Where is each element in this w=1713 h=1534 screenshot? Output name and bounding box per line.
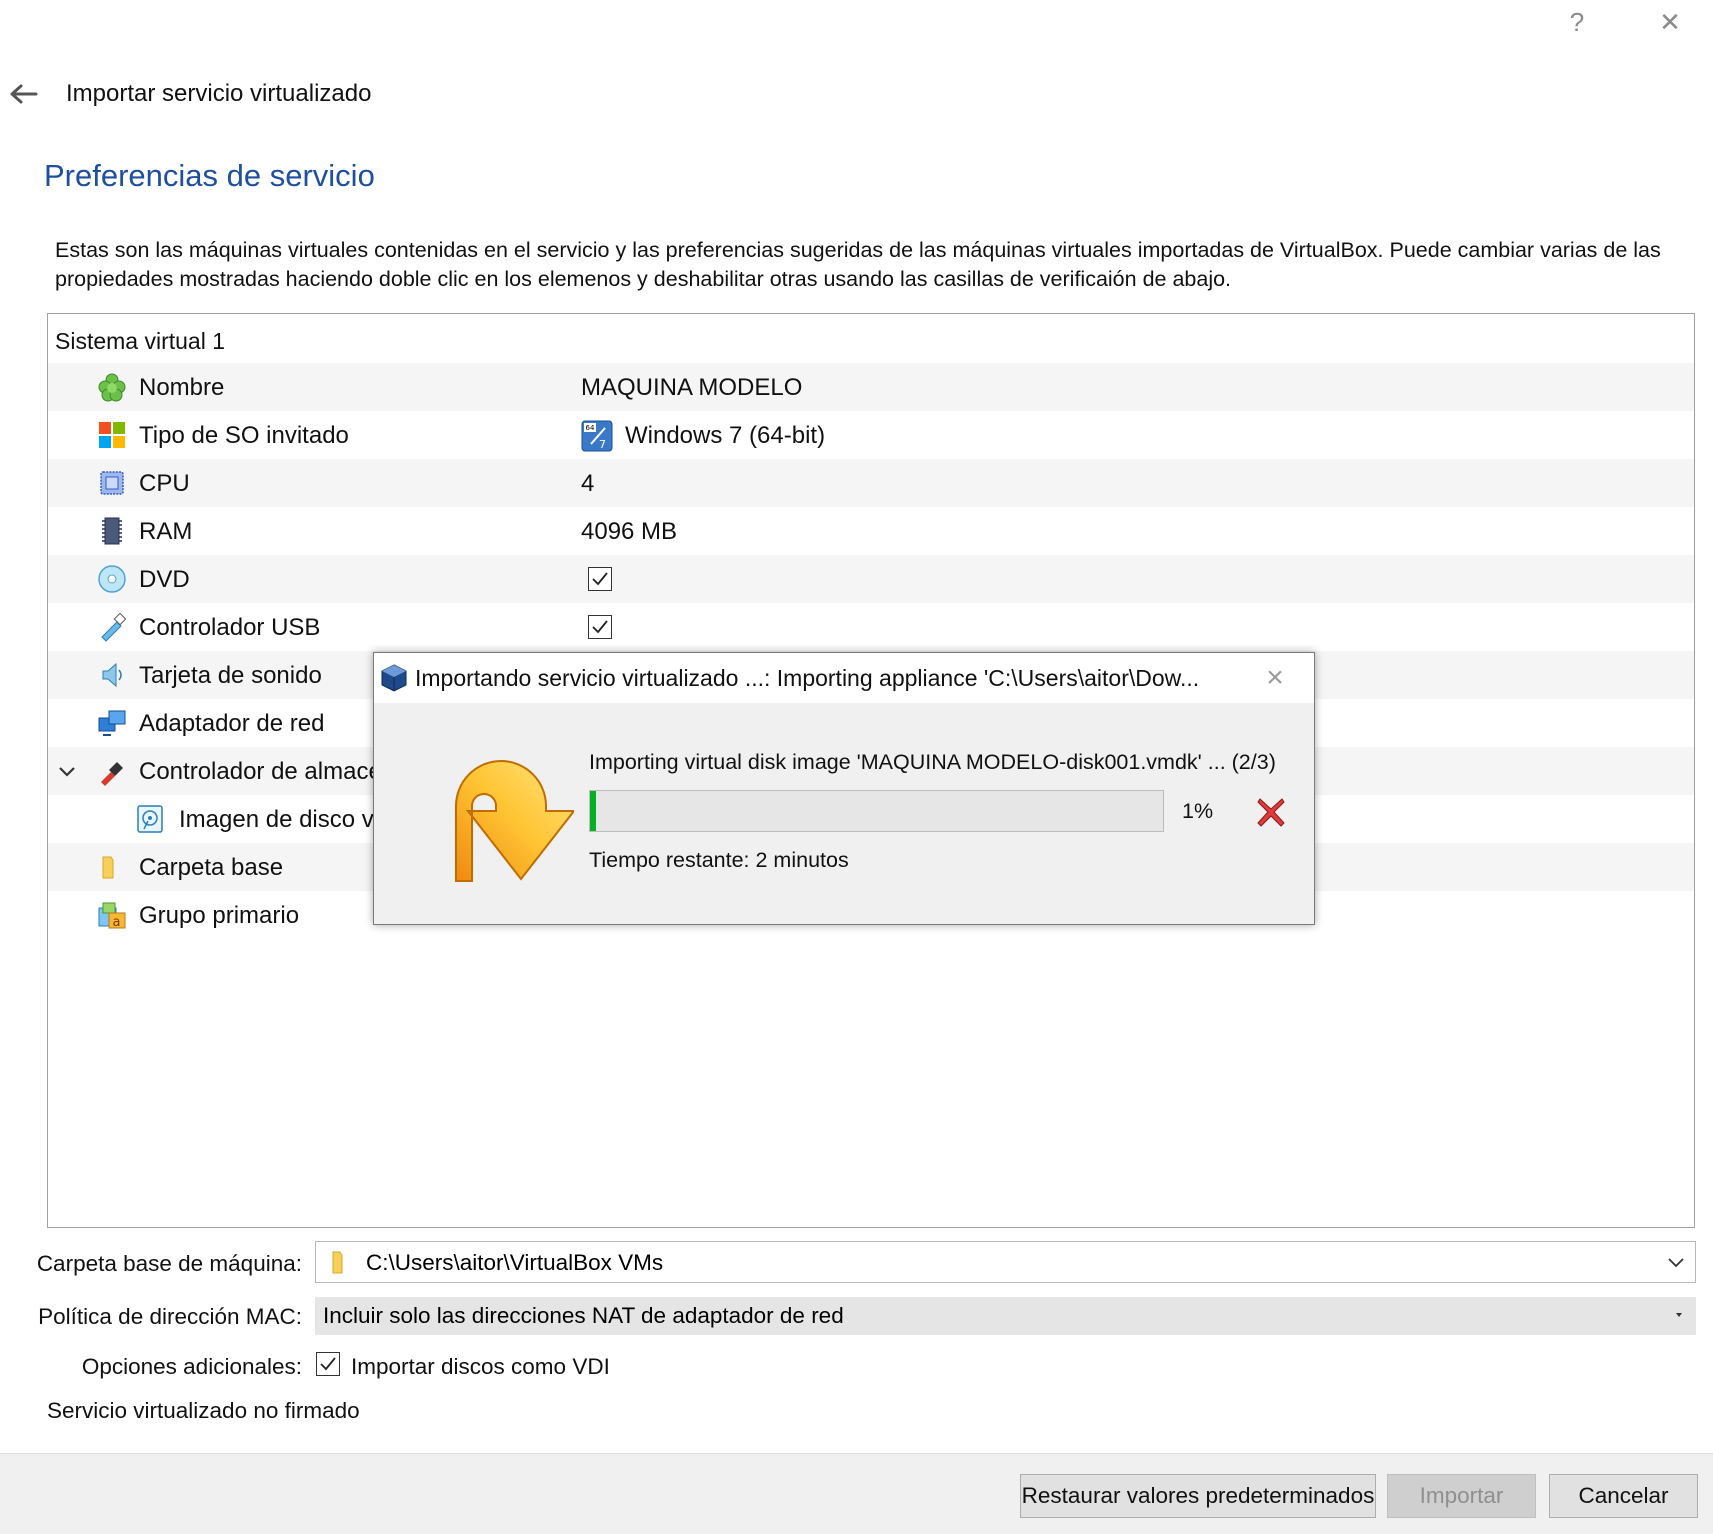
restore-defaults-button[interactable]: Restaurar valores predeterminados — [1020, 1474, 1376, 1518]
os-icon — [99, 422, 125, 448]
windows7-icon: 64 7 — [581, 420, 613, 452]
row-label: Nombre — [139, 374, 225, 401]
svg-text:64: 64 — [586, 424, 595, 432]
time-remaining: Tiempo restante: 2 minutos — [589, 848, 849, 872]
row-label: RAM — [139, 518, 193, 545]
import-vdi-label[interactable]: Importar discos como VDI — [351, 1354, 610, 1380]
tree-row-os-type[interactable]: 64 7 Tipo de SO invitado Windows 7 (64-b… — [48, 411, 1694, 459]
progress-fill — [590, 791, 596, 831]
cpu-icon — [100, 471, 124, 495]
row-label: Controlador de almace — [139, 758, 382, 785]
group-icon: a — [98, 902, 126, 930]
mac-policy-value: Incluir solo las direcciones NAT de adap… — [323, 1303, 844, 1328]
row-value: Windows 7 (64-bit) — [625, 422, 826, 449]
name-icon — [98, 373, 126, 402]
usb-icon — [101, 612, 127, 642]
import-progress-bar — [589, 790, 1164, 832]
row-label: Grupo primario — [139, 902, 300, 929]
row-label: Carpeta base — [139, 854, 284, 881]
usb-checkbox[interactable] — [588, 615, 612, 639]
extra-options-label: Opciones adicionales: — [81, 1354, 302, 1379]
row-label: Imagen de disco vi — [179, 806, 380, 833]
svg-text:7: 7 — [599, 438, 606, 451]
tree-row-dvd[interactable]: DVD — [48, 555, 1694, 603]
signature-status: Servicio virtualizado no firmado — [47, 1398, 360, 1423]
tree-row-usb[interactable]: Controlador USB — [48, 603, 1694, 651]
row-value: 4 — [581, 470, 595, 497]
dialog-titlebar: Importando servicio virtualizado ...: Im… — [374, 653, 1314, 703]
dialog-close-icon[interactable]: × — [1260, 663, 1290, 693]
disk-image-icon — [137, 805, 163, 833]
tree-row-cpu[interactable]: CPU 4 — [48, 459, 1694, 507]
help-button[interactable]: ? — [1552, 0, 1602, 44]
mac-policy-label: Política de dirección MAC: — [38, 1304, 302, 1329]
tree-row-name[interactable]: Nombre MAQUINA MODELO — [48, 363, 1694, 411]
row-label: Controlador USB — [139, 614, 321, 641]
row-label: DVD — [139, 566, 190, 593]
row-label: CPU — [139, 470, 190, 497]
close-button[interactable]: ✕ — [1640, 0, 1700, 44]
chevron-down-icon[interactable] — [57, 762, 77, 782]
import-arrow-icon — [455, 760, 574, 882]
mac-policy-select[interactable]: Incluir solo las direcciones NAT de adap… — [315, 1297, 1696, 1335]
row-label: Tarjeta de sonido — [139, 662, 322, 689]
storage-controller-icon — [101, 762, 123, 786]
row-label: Tipo de SO invitado — [139, 422, 349, 449]
network-icon — [98, 710, 126, 736]
base-folder-value: C:\Users\aitor\VirtualBox VMs — [366, 1250, 664, 1275]
virtualbox-icon — [381, 664, 407, 692]
import-progress-dialog: Importando servicio virtualizado ...: Im… — [373, 652, 1315, 925]
folder-icon — [332, 1251, 343, 1274]
page-title: Preferencias de servicio — [44, 158, 375, 193]
progress-percent: 1% — [1182, 799, 1214, 823]
page-description: Estas son las máquinas virtuales conteni… — [55, 238, 1661, 291]
dvd-icon — [98, 565, 126, 593]
import-button[interactable]: Importar — [1387, 1474, 1536, 1518]
cancel-button[interactable]: Cancelar — [1549, 1474, 1698, 1518]
row-value: 4096 MB — [581, 518, 678, 545]
chevron-down-icon[interactable] — [1667, 1255, 1685, 1269]
dvd-checkbox[interactable] — [588, 567, 612, 591]
back-arrow-icon[interactable] — [8, 78, 40, 110]
svg-text:a: a — [113, 915, 121, 930]
row-value: MAQUINA MODELO — [581, 374, 803, 401]
ram-icon — [102, 517, 122, 545]
tree-header-virtual-system[interactable]: Sistema virtual 1 — [55, 328, 225, 355]
import-vdi-checkbox[interactable] — [316, 1352, 340, 1376]
sound-icon — [102, 662, 122, 688]
operation-description: Importing virtual disk image 'MAQUINA MO… — [589, 750, 1276, 774]
tree-row-ram[interactable]: RAM 4096 MB — [48, 507, 1694, 555]
cancel-import-icon[interactable] — [1254, 795, 1288, 829]
row-label: Adaptador de red — [139, 710, 325, 737]
base-folder-combo[interactable]: C:\Users\aitor\VirtualBox VMs — [315, 1241, 1696, 1283]
dialog-title: Importando servicio virtualizado ...: Im… — [415, 665, 1200, 691]
wizard-title: Importar servicio virtualizado — [66, 80, 372, 107]
base-folder-label: Carpeta base de máquina: — [36, 1251, 302, 1276]
dropdown-arrow-icon[interactable] — [1674, 1311, 1684, 1319]
folder-icon — [102, 856, 114, 879]
